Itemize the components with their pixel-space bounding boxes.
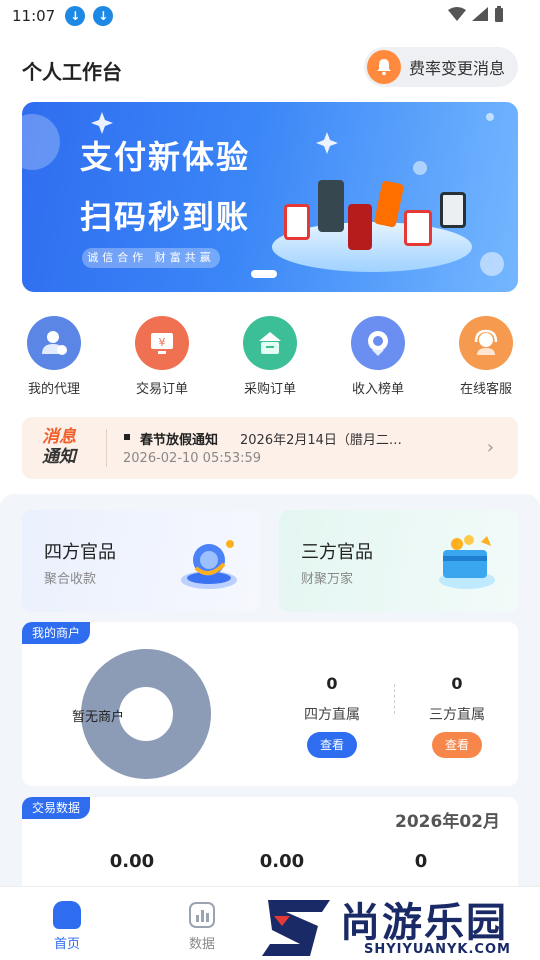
empty-merchants-label: 暂无商户 [72,710,125,725]
product-title: 四方官品 [44,542,116,563]
view-three-party-button[interactable]: 查看 [432,732,482,758]
tab-data[interactable]: 数据 [162,901,242,952]
notice-tag: 消息 通知 [42,427,76,467]
svg-text:¥: ¥ [159,336,166,349]
notice-title: 春节放假通知 [140,433,219,448]
wifi-icon [448,7,466,21]
tab-home[interactable]: 首页 [27,901,107,952]
battery-icon [495,6,503,22]
trade-value: 0.00 [109,851,155,872]
notice-tag-line1: 消息 [42,427,76,447]
notice-text: 2026年2月14日（腊月二… [240,433,402,448]
status-indicators [448,6,504,22]
four-party-direct-count: 0 [326,674,338,693]
quick-action-label: 我的代理 [27,382,80,397]
quick-action-label: 在线客服 [459,382,512,397]
promo-banner[interactable]: 支付新体验 扫码秒到账 诚信合作 财富共赢 [22,102,518,292]
watermark-logo: 尚游乐园 SHYIYUANYK.COM [260,890,540,960]
quick-action-trade-orders[interactable]: ¥ 交易订单 [117,312,207,397]
signal-icon [472,7,488,21]
carousel-indicator[interactable] [251,270,277,278]
quick-action-customer-service[interactable]: 在线客服 [441,312,531,397]
bar-chart-icon [189,902,215,928]
notice-time: 2026-02-10 05:53:59 [123,451,262,466]
notice-divider [106,429,107,467]
wealth-card-icon [439,535,495,589]
trade-value: 0 [414,851,428,872]
status-time: 11:07 [12,7,56,25]
section-tag: 我的商户 [22,622,91,644]
agent-icon [27,316,81,370]
trade-value: 0.00 [259,851,305,872]
qr-stand-image [284,204,310,240]
customer-service-icon [459,316,513,370]
status-bar: 11:07 ↓ ↓ [0,0,540,32]
product-subtitle: 聚合收款 [44,572,97,587]
quick-actions: 我的代理 ¥ 交易订单 采购订单 收入榜单 在线客服 [0,312,540,402]
banner-headline-1: 支付新体验 [80,138,251,176]
rate-change-label: 费率变更消息 [409,59,506,78]
view-four-party-button[interactable]: 查看 [307,732,357,758]
bell-icon [367,50,401,84]
header: 个人工作台 费率变更消息 [0,44,540,92]
product-card-four-party[interactable]: 四方官品 聚合收款 [22,510,260,612]
pos-terminal-image [348,204,372,250]
watermark-s-logo [262,900,330,956]
quick-action-purchase-orders[interactable]: 采购订单 [225,312,315,397]
purchase-order-icon [243,316,297,370]
product-title: 三方官品 [301,542,373,563]
tab-label: 首页 [53,937,80,952]
four-party-direct-label: 四方直属 [304,707,360,723]
watermark-text: 尚游乐园 [340,900,508,946]
page-title: 个人工作台 [22,60,122,84]
section-tag: 交易数据 [22,797,91,819]
three-party-direct-count: 0 [451,674,463,693]
three-party-direct-label: 三方直属 [429,707,485,723]
banner-slogan: 诚信合作 财富共赢 [82,248,220,268]
aggregate-payment-icon [181,540,237,589]
quick-action-label: 收入榜单 [351,382,404,397]
product-subtitle: 财聚万家 [301,572,354,587]
product-card-three-party[interactable]: 三方官品 财聚万家 [279,510,518,612]
watermark-url: SHYIYUANYK.COM [364,942,511,957]
income-rank-icon [351,316,405,370]
quick-action-my-agent[interactable]: 我的代理 [9,312,99,397]
download-icon: ↓ [93,6,114,26]
download-icon: ↓ [65,6,86,26]
notice-tag-line2: 通知 [42,447,76,467]
stat-divider [394,684,395,714]
quick-action-label: 交易订单 [135,382,188,397]
qr-stand-image [440,192,466,228]
trade-month[interactable]: 2026年02月 [395,807,500,832]
trade-order-icon: ¥ [135,316,189,370]
banner-headline-2: 扫码秒到账 [80,198,251,236]
quick-action-label: 采购订单 [243,382,296,397]
quick-action-income-ranking[interactable]: 收入榜单 [333,312,423,397]
home-icon [53,901,81,929]
rate-change-button[interactable]: 费率变更消息 [364,47,518,87]
notice-bar[interactable]: 消息 通知 春节放假通知 2026年2月14日（腊月二… 2026-02-10 … [22,417,518,479]
qr-stand-image [404,210,432,246]
pos-terminal-image [318,180,344,232]
my-merchants-card: 我的商户 暂无商户 0 四方直属 查看 0 三方直属 查看 [22,622,518,786]
chevron-right-icon[interactable]: › [487,437,494,458]
bullet-icon [124,434,130,440]
tab-label: 数据 [188,937,215,952]
